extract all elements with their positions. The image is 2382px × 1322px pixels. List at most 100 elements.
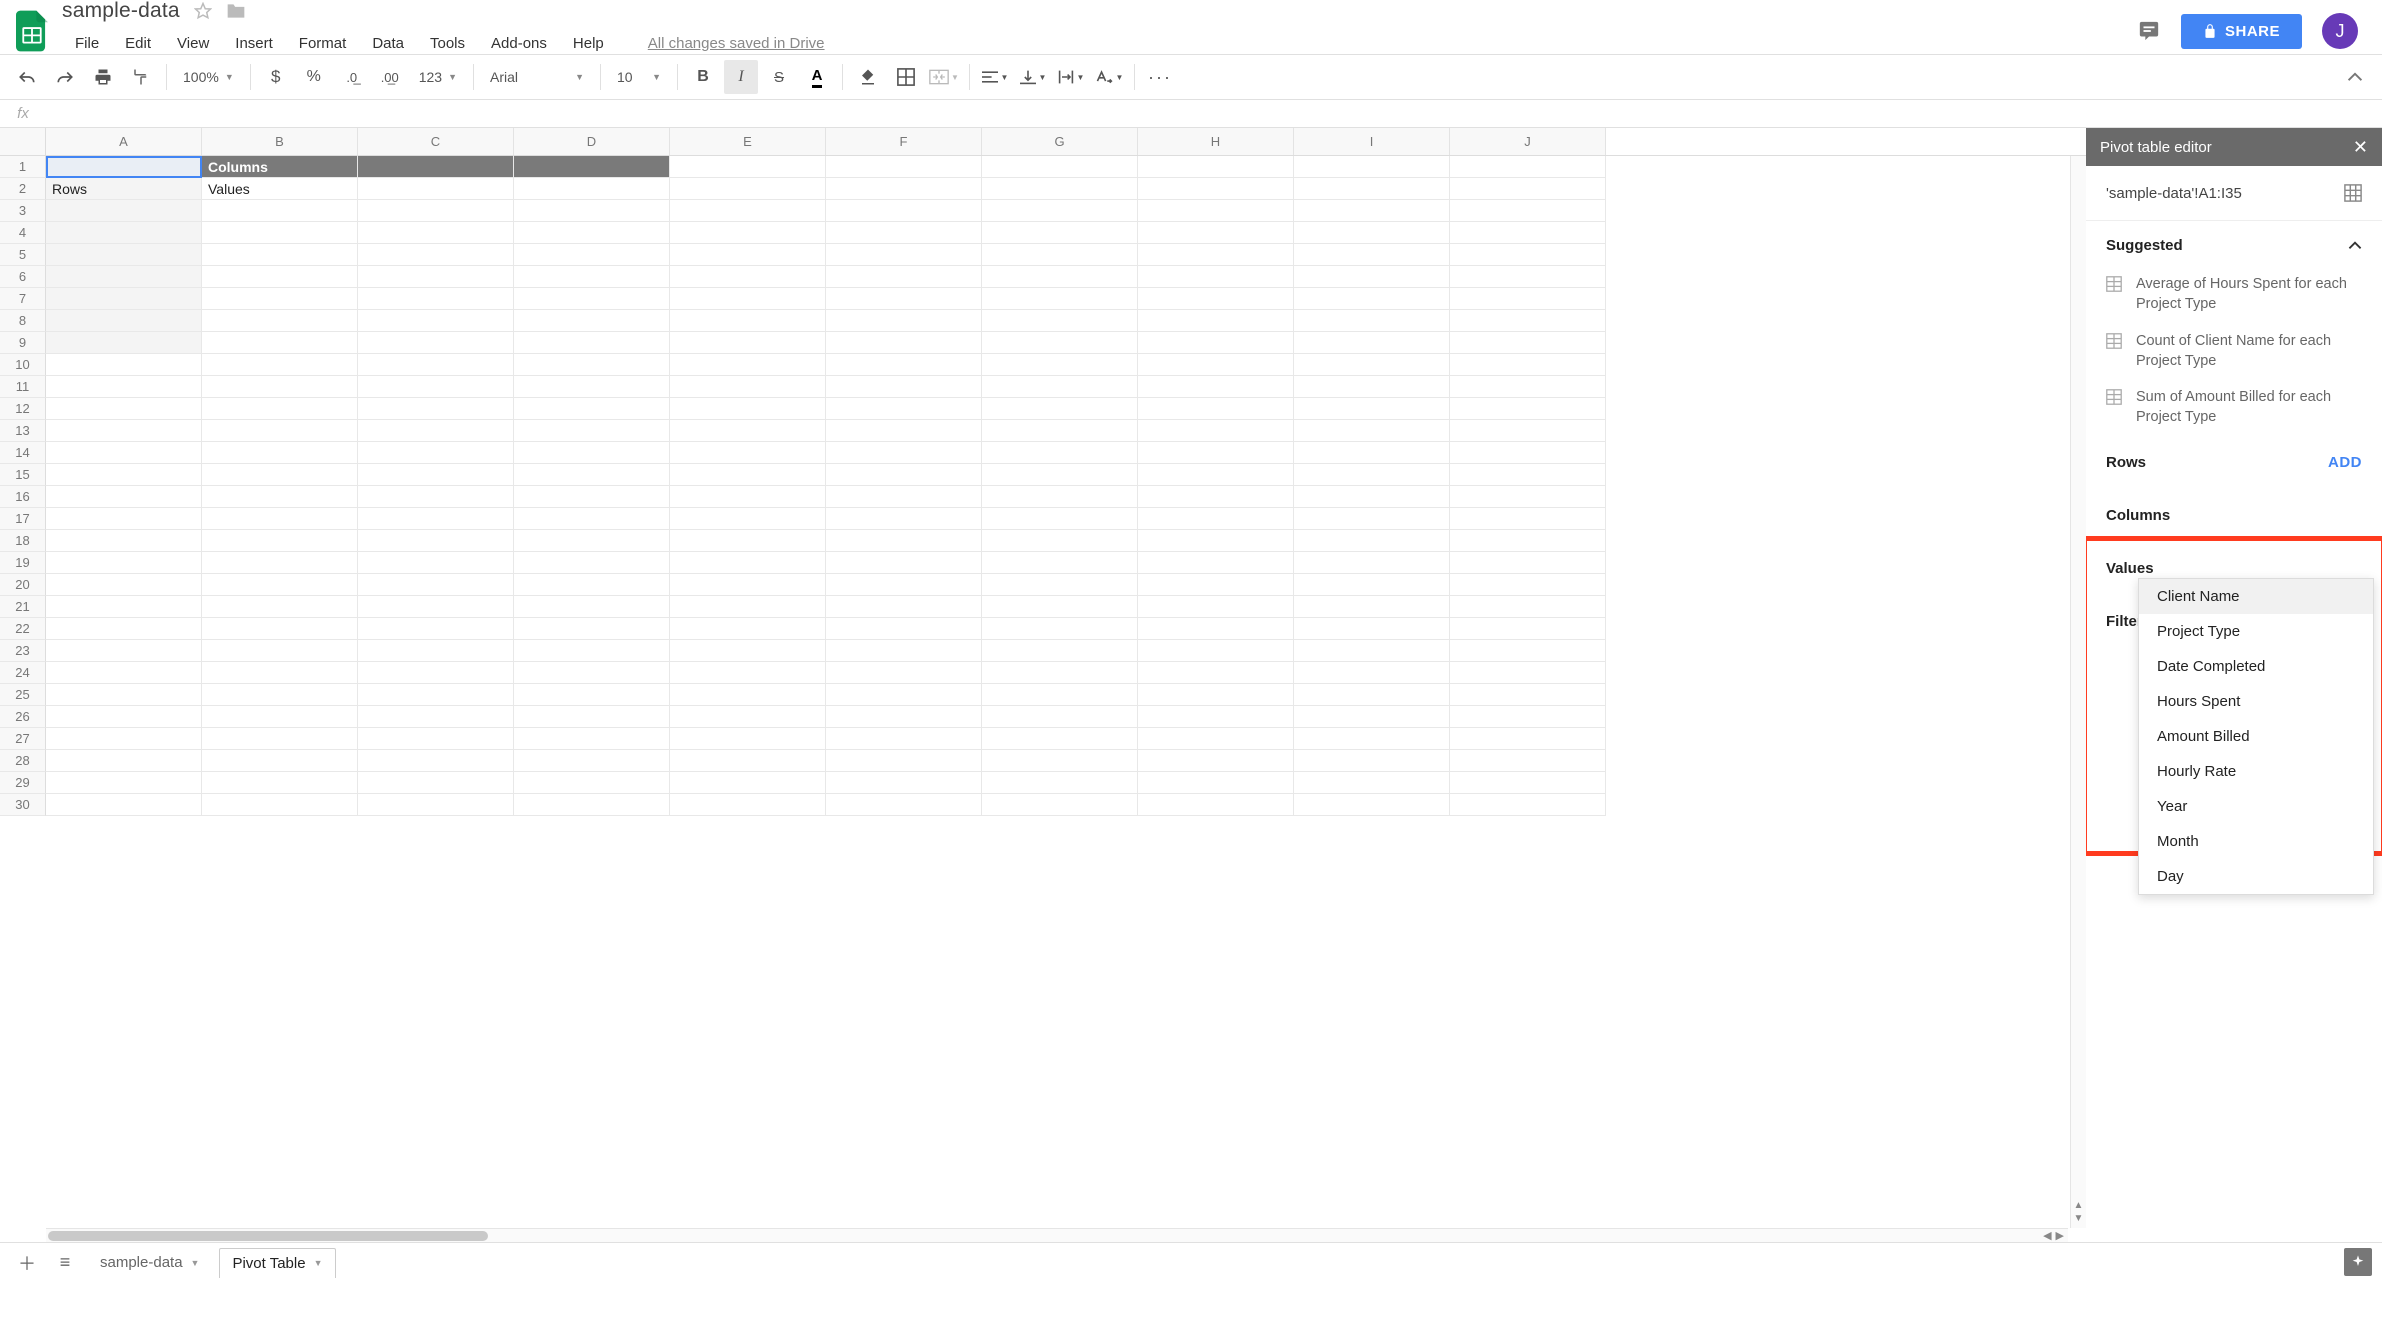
cell[interactable] <box>1138 156 1294 178</box>
cell[interactable] <box>358 530 514 552</box>
cell[interactable] <box>46 156 202 178</box>
cell[interactable] <box>514 728 670 750</box>
menu-edit[interactable]: Edit <box>112 31 164 56</box>
cell[interactable] <box>670 244 826 266</box>
cell[interactable] <box>670 574 826 596</box>
row-header[interactable]: 1 <box>0 156 46 178</box>
cell[interactable] <box>46 354 202 376</box>
font-size-select[interactable]: 10▼ <box>609 62 669 92</box>
cell[interactable] <box>514 442 670 464</box>
cell[interactable] <box>982 574 1138 596</box>
row-header[interactable]: 15 <box>0 464 46 486</box>
cell[interactable] <box>826 200 982 222</box>
cell[interactable] <box>202 618 358 640</box>
cell[interactable] <box>1450 618 1606 640</box>
cell[interactable] <box>826 332 982 354</box>
cell[interactable] <box>358 288 514 310</box>
cell[interactable] <box>1294 222 1450 244</box>
text-color-button[interactable]: A <box>800 60 834 94</box>
cell[interactable] <box>826 574 982 596</box>
cell[interactable]: Values <box>202 178 358 200</box>
dropdown-option[interactable]: Client Name <box>2139 579 2373 614</box>
cell[interactable] <box>1450 244 1606 266</box>
cell[interactable] <box>826 596 982 618</box>
cell[interactable] <box>826 244 982 266</box>
cell[interactable] <box>1450 794 1606 816</box>
cell[interactable] <box>1138 684 1294 706</box>
row-header[interactable]: 10 <box>0 354 46 376</box>
cell[interactable] <box>1138 530 1294 552</box>
cell[interactable] <box>982 266 1138 288</box>
cell[interactable] <box>46 244 202 266</box>
cell[interactable] <box>514 354 670 376</box>
cell[interactable] <box>46 662 202 684</box>
cell[interactable] <box>826 640 982 662</box>
cell[interactable] <box>46 772 202 794</box>
row-header[interactable]: 21 <box>0 596 46 618</box>
cell[interactable] <box>826 156 982 178</box>
cell[interactable] <box>1450 354 1606 376</box>
cell[interactable] <box>1450 772 1606 794</box>
cell[interactable] <box>1138 442 1294 464</box>
cell[interactable] <box>1450 398 1606 420</box>
cell[interactable] <box>1294 530 1450 552</box>
cell[interactable] <box>358 706 514 728</box>
cell[interactable] <box>358 596 514 618</box>
cell[interactable] <box>826 750 982 772</box>
cell[interactable] <box>46 288 202 310</box>
row-header[interactable]: 2 <box>0 178 46 200</box>
cell[interactable] <box>1138 662 1294 684</box>
save-status[interactable]: All changes saved in Drive <box>635 31 838 56</box>
cell[interactable] <box>982 728 1138 750</box>
select-all-corner[interactable] <box>0 128 46 155</box>
cell[interactable] <box>202 750 358 772</box>
cell[interactable] <box>202 684 358 706</box>
italic-button[interactable]: I <box>724 60 758 94</box>
cell[interactable] <box>1450 728 1606 750</box>
cell[interactable] <box>1450 706 1606 728</box>
cell[interactable] <box>358 508 514 530</box>
cell[interactable] <box>670 662 826 684</box>
cell[interactable] <box>202 266 358 288</box>
comments-icon[interactable] <box>2137 20 2161 42</box>
cell[interactable] <box>1450 222 1606 244</box>
cell[interactable] <box>1138 706 1294 728</box>
row-header[interactable]: 30 <box>0 794 46 816</box>
column-header[interactable]: F <box>826 128 982 155</box>
row-header[interactable]: 3 <box>0 200 46 222</box>
dropdown-option[interactable]: Hourly Rate <box>2139 754 2373 789</box>
cell[interactable] <box>46 310 202 332</box>
row-header[interactable]: 26 <box>0 706 46 728</box>
sheet-tab-sample-data[interactable]: sample-data▼ <box>88 1248 211 1278</box>
cell[interactable] <box>46 222 202 244</box>
cell[interactable] <box>826 464 982 486</box>
cell[interactable]: Rows <box>46 178 202 200</box>
cell[interactable] <box>1450 266 1606 288</box>
cell[interactable] <box>46 486 202 508</box>
cell[interactable] <box>514 574 670 596</box>
cell[interactable] <box>1450 310 1606 332</box>
row-header[interactable]: 18 <box>0 530 46 552</box>
fill-color-button[interactable] <box>851 60 885 94</box>
cell[interactable] <box>1138 640 1294 662</box>
cell[interactable] <box>1138 728 1294 750</box>
cell[interactable] <box>670 530 826 552</box>
cell[interactable] <box>202 288 358 310</box>
add-sheet-button[interactable]: ＋ <box>12 1250 42 1276</box>
column-header[interactable]: B <box>202 128 358 155</box>
scroll-right-icon[interactable]: ▶ <box>2056 1229 2064 1242</box>
cell[interactable] <box>1138 772 1294 794</box>
cell[interactable] <box>1138 266 1294 288</box>
cell[interactable] <box>358 772 514 794</box>
cell[interactable] <box>982 750 1138 772</box>
cell[interactable] <box>514 530 670 552</box>
cell[interactable] <box>670 442 826 464</box>
cell[interactable] <box>1450 464 1606 486</box>
row-header[interactable]: 19 <box>0 552 46 574</box>
cell[interactable] <box>1450 200 1606 222</box>
menu-tools[interactable]: Tools <box>417 31 478 56</box>
cell[interactable] <box>514 706 670 728</box>
cell[interactable] <box>982 772 1138 794</box>
cell[interactable] <box>1138 750 1294 772</box>
cell[interactable] <box>1138 354 1294 376</box>
